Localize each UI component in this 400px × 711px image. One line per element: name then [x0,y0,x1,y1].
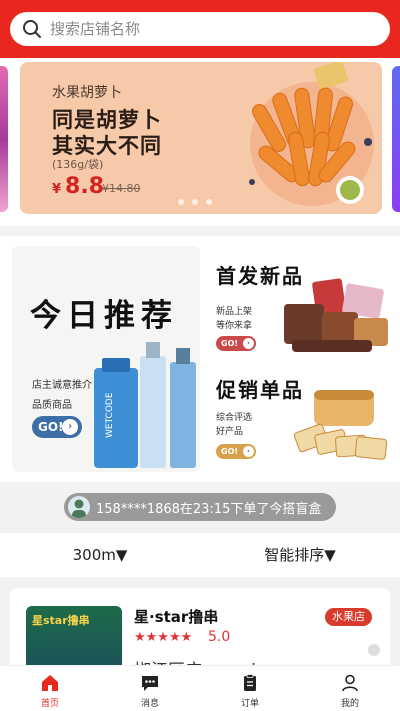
more-indicator [368,644,380,656]
store-name: 星·star撸串 [134,608,219,626]
product-brand-label: WETCODE [105,392,115,438]
sale-product-title: 促销单品 [216,378,304,402]
ticker-text: 158****1868在23:15下单了今搭盲盒 [96,501,322,517]
message-icon [142,676,158,691]
tab-label: 首页 [40,699,59,709]
banner-subtitle: 水果胡萝卜 [52,85,122,101]
distance-filter[interactable]: 300m▼ [0,533,200,577]
arrow-right-icon: › [243,338,254,349]
today-desc2: 品质商品 [32,400,72,411]
filter-bar: 300m▼ 智能排序▼ [0,533,400,577]
banner-price: ¥8.8 [52,174,104,199]
banner-spec: (136g/袋) [52,158,104,171]
currency-symbol: ¥ [52,182,62,197]
go-label: GO! [38,420,64,434]
carousel-dot[interactable] [178,199,184,205]
new-product-desc1: 新品上架 [216,307,253,317]
sale-product-desc2: 好产品 [216,427,244,437]
tab-label: 消息 [140,699,159,709]
store-type-badge: 水果店 [325,608,372,626]
skincare-product-image: WETCODE [94,342,196,468]
arrow-right-icon: › [62,419,78,435]
sort-filter[interactable]: 智能排序▼ [200,533,400,577]
price-value: 8.8 [65,174,105,199]
store-sign-text: 星star撸串 [32,614,90,627]
today-title: 今日推荐 [30,298,178,334]
promo-section: 今日推荐 店主诚意推介 品质商品 GO! › WETCODE 首发新品 新品上架… [0,236,400,482]
tab-messages[interactable]: 消息 [100,666,200,711]
star-rating-icon: ★★★★★ [134,630,193,645]
today-go-button[interactable]: GO! › [32,416,82,438]
search-bar[interactable] [10,12,390,46]
tab-label: 我的 [340,699,359,709]
sale-product-desc1: 综合评选 [216,413,253,423]
top-bar [0,0,400,58]
today-desc1: 店主诚意推介 [32,380,92,391]
sale-product-go-button[interactable]: GO! › [216,444,256,459]
banner-slide[interactable]: 水果胡萝卜 同是胡萝卜 其实大不同 (136g/袋) ¥8.8 ¥14.80 [20,62,382,214]
search-input[interactable] [50,20,350,38]
carousel-dot[interactable] [192,199,198,205]
new-product-desc2: 等你来拿 [216,321,253,331]
new-product-card[interactable]: 首发新品 新品上架 等你来拿 GO! › [212,246,392,354]
carrot-product-image [249,62,374,206]
store-rating: 5.0 [208,629,231,645]
avatar [68,496,90,518]
banner-old-price: ¥14.80 [102,182,141,195]
order-icon [244,674,256,691]
bottom-tab-bar: 首页 消息 订单 我的 [0,665,400,711]
go-label: GO! [221,339,239,348]
user-icon [342,674,358,692]
tab-home[interactable]: 首页 [0,666,100,711]
carousel-dot[interactable] [206,199,212,205]
banner-carousel[interactable]: 水果胡萝卜 同是胡萝卜 其实大不同 (136g/袋) ¥8.8 ¥14.80 [0,58,400,226]
tab-orders[interactable]: 订单 [200,666,300,711]
new-product-go-button[interactable]: GO! › [216,336,256,351]
tab-profile[interactable]: 我的 [300,666,400,711]
order-notice-ticker[interactable]: 158****1868在23:15下单了今搭盲盒 [64,493,336,521]
prev-banner-card[interactable] [0,66,8,212]
go-label: GO! [221,447,239,456]
sale-product-card[interactable]: 促销单品 综合评选 好产品 GO! › [212,362,392,472]
snacks-product-image [284,278,388,352]
next-banner-card[interactable] [392,66,400,212]
arrow-right-icon: › [243,446,254,457]
carousel-indicators [178,199,212,205]
search-icon [23,20,41,38]
tab-label: 订单 [240,699,259,709]
today-recommend-card[interactable]: 今日推荐 店主诚意推介 品质商品 GO! › WETCODE [12,246,200,472]
home-icon [42,675,58,691]
bread-product-image [294,390,388,460]
